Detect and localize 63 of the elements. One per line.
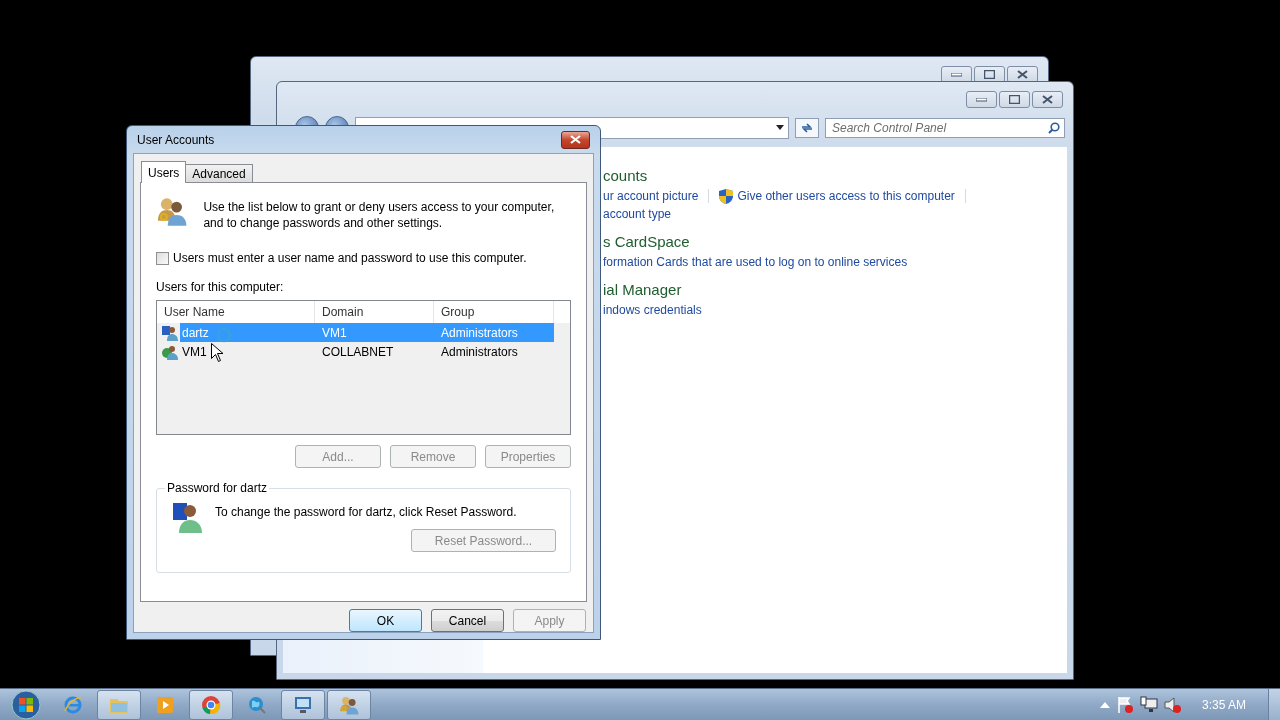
taskbar-button[interactable]	[97, 689, 141, 720]
chrome-icon	[201, 694, 221, 715]
maximize-icon	[1009, 95, 1020, 104]
globe-icon	[247, 694, 267, 715]
user-icon	[162, 324, 178, 341]
speaker-icon[interactable]	[1163, 695, 1182, 714]
user-icon	[173, 501, 203, 533]
minimize-button[interactable]	[966, 91, 997, 108]
network-icon[interactable]	[1139, 695, 1158, 714]
minimize-icon	[976, 97, 987, 102]
close-button[interactable]	[1032, 91, 1063, 108]
table-cell: VM1	[315, 323, 434, 342]
dialog-button[interactable]: OK	[349, 609, 422, 632]
task-link[interactable]: indows credentials	[603, 303, 702, 317]
refresh-button[interactable]	[795, 117, 819, 138]
user-icon	[162, 343, 178, 360]
browser-icon	[63, 694, 83, 715]
dialog-button[interactable]: Cancel	[431, 609, 504, 632]
search-field[interactable]: Search Control Panel	[825, 117, 1065, 138]
minimize-icon	[951, 72, 962, 77]
task-link[interactable]: account type	[603, 207, 672, 221]
refresh-icon	[800, 121, 814, 134]
users-icon	[156, 195, 188, 227]
busy-icon	[214, 327, 232, 345]
taskbar-button[interactable]	[281, 689, 325, 720]
shield-icon	[719, 188, 734, 204]
table-cell-text: Administrators	[440, 343, 519, 361]
close-button[interactable]	[561, 130, 590, 149]
checkbox[interactable]	[156, 251, 169, 265]
search-icon	[1048, 121, 1060, 134]
table-cell: Administrators	[434, 323, 554, 342]
close-icon	[1017, 70, 1028, 79]
section-title: counts	[603, 167, 649, 184]
tab[interactable]: Advanced	[185, 164, 253, 182]
taskbar-button[interactable]	[327, 689, 371, 720]
users-icon	[339, 694, 359, 715]
play-icon	[156, 695, 174, 714]
dialog-title: User Accounts	[137, 132, 215, 147]
monitor-icon	[293, 695, 313, 714]
intro-text: Use the list below to grant or deny users access to your computer, and to change passwords and other settings.	[203, 199, 556, 231]
taskbar-button[interactable]	[189, 689, 233, 720]
close-icon	[1042, 95, 1053, 104]
task-link[interactable]: Give other users access to this computer	[737, 189, 955, 203]
maximize-icon	[984, 70, 995, 79]
table-cell-text: COLLABNET	[321, 343, 395, 361]
user-name-cell[interactable]: VM1	[180, 342, 315, 361]
section-title: s CardSpace	[603, 233, 691, 250]
cursor-icon	[211, 343, 223, 362]
checkbox-label: Users must enter a user name and password to use this computer.	[173, 251, 527, 265]
task-link[interactable]: ur account picture	[603, 189, 699, 203]
list-label: Users for this computer:	[156, 280, 285, 294]
close-icon	[570, 135, 581, 144]
maximize-button[interactable]	[999, 91, 1030, 108]
group-legend: Password for dartz	[165, 481, 270, 495]
section-title: ial Manager	[603, 281, 683, 298]
users-list[interactable]: User Name Domain Group dartz VM1 Administrators VM1 COLLABNET Administrators	[156, 300, 571, 435]
task-link[interactable]: formation Cards that are used to log on to online services	[603, 255, 908, 269]
show-desktop-button[interactable]	[1268, 689, 1280, 720]
password-hint: To change the password for dartz, click Reset Password.	[215, 505, 517, 519]
show-hidden-icons-button[interactable]	[1099, 701, 1110, 708]
dropdown-arrow-icon	[776, 125, 784, 130]
tab[interactable]: Users	[141, 161, 187, 183]
flag-icon[interactable]	[1115, 695, 1134, 714]
